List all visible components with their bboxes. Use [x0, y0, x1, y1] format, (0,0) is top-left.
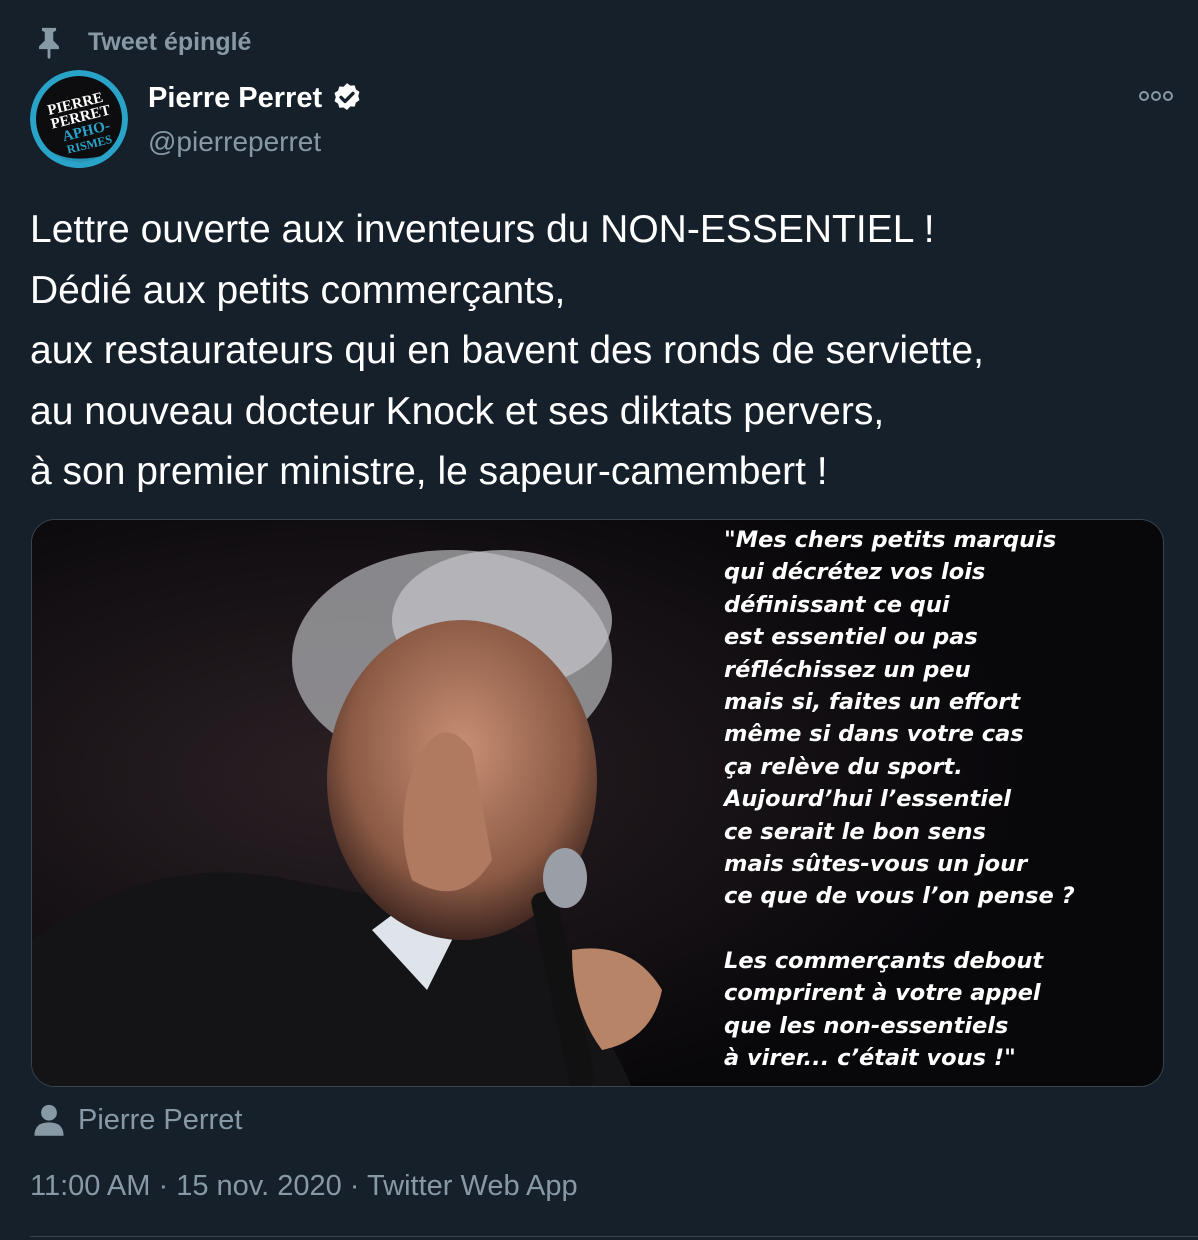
quote-line: mais si, faites un effort	[724, 688, 1021, 715]
avatar-logo: PIERRE PERRET APHO- RISMES	[30, 70, 128, 168]
tweet-text-line: à son premier ministre, le sapeur-camemb…	[30, 450, 828, 493]
tweet-text-line: au nouveau docteur Knock et ses diktats …	[30, 389, 885, 433]
quote-line: que les non-essentiels	[724, 1012, 1009, 1039]
more-icon	[1139, 91, 1173, 101]
avatar[interactable]: PIERRE PERRET APHO- RISMES	[30, 70, 128, 168]
pinned-indicator: Tweet épinglé	[32, 22, 251, 62]
tweet-text-line: Lettre ouverte aux inventeurs du NON-ESS…	[30, 208, 935, 251]
person-icon	[34, 1104, 64, 1136]
pinned-label: Tweet épinglé	[88, 27, 252, 56]
quote-line: ça relève du sport.	[724, 753, 963, 780]
tagged-user[interactable]: Pierre Perret	[34, 1100, 242, 1140]
quote-line	[724, 913, 1075, 945]
tagged-user-name[interactable]: Pierre Perret	[78, 1104, 242, 1137]
tweet-metadata: 11:00 AM · 15 nov. 2020 · Twitter Web Ap…	[30, 1170, 578, 1203]
quote-line: qui décrétez vos lois	[724, 559, 986, 586]
tweet-time[interactable]: 11:00 AM	[30, 1170, 150, 1202]
tweet-card: Tweet épinglé PIERRE PERRET APHO- RISMES…	[0, 0, 1198, 1240]
meta-separator: ·	[349, 1170, 360, 1202]
tweet-text: Lettre ouverte aux inventeurs du NON-ESS…	[30, 200, 1170, 503]
quote-line: à virer... c’était vous !"	[724, 1045, 1016, 1072]
author-block: Pierre Perret @pierreperret	[148, 78, 364, 158]
tweet-text-line: Dédié aux petits commerçants,	[30, 268, 566, 312]
quote-line: comprirent à votre appel	[724, 980, 1041, 1007]
quote-line: définissant ce qui	[724, 591, 950, 618]
quote-line: "Mes chers petits marquis	[724, 527, 1057, 553]
quote-text: "Mes chers petits marquis qui décrétez v…	[724, 524, 1075, 1075]
more-options-button[interactable]	[1136, 82, 1176, 110]
tweet-date[interactable]: 15 nov. 2020	[176, 1170, 342, 1202]
divider	[30, 1236, 1198, 1237]
quote-line: ce que de vous l’on pense ?	[724, 883, 1075, 910]
tweet-text-line: aux restaurateurs qui en bavent des rond…	[30, 329, 984, 372]
quote-line: Aujourd’hui l’essentiel	[724, 786, 1011, 813]
quote-line: réfléchissez un peu	[724, 656, 971, 683]
meta-separator: ·	[158, 1170, 169, 1202]
quote-line: Les commerçants debout	[724, 948, 1044, 975]
author-handle[interactable]: @pierreperret	[148, 126, 364, 158]
quote-line: ce serait le bon sens	[724, 818, 986, 845]
quote-line: mais sûtes-vous un jour	[724, 850, 1028, 877]
quote-line: est essentiel ou pas	[724, 624, 978, 651]
verified-badge-icon	[334, 83, 360, 111]
tweet-source-link[interactable]: Twitter Web App	[367, 1170, 578, 1202]
quote-line: même si dans votre cas	[724, 721, 1024, 748]
author-name[interactable]: Pierre Perret	[148, 82, 322, 115]
tweet-image[interactable]: "Mes chers petits marquis qui décrétez v…	[31, 519, 1164, 1087]
pin-icon	[39, 27, 59, 59]
